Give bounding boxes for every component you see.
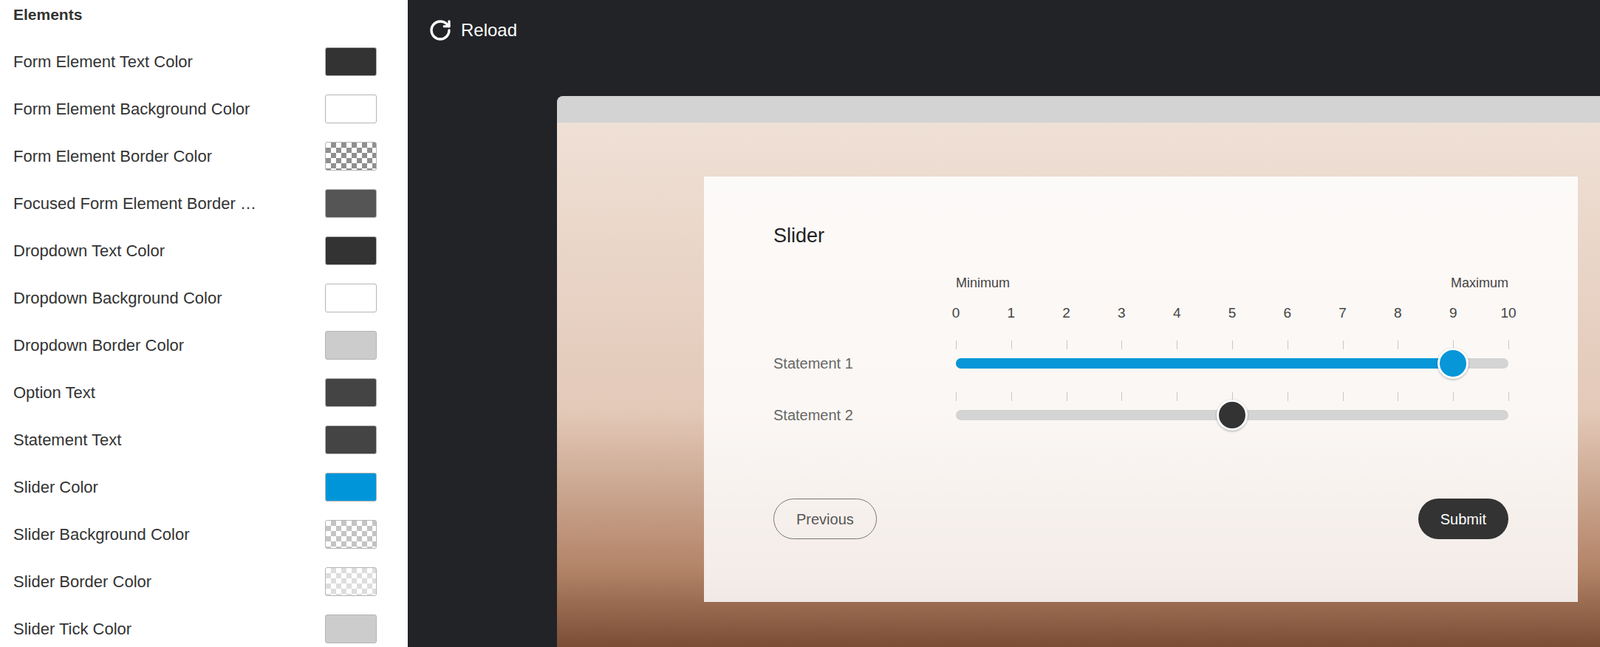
color-swatch[interactable] xyxy=(325,189,377,218)
slider-tick xyxy=(1508,392,1510,402)
slider-tick xyxy=(1121,392,1123,402)
scale-number: 7 xyxy=(1338,302,1347,324)
slider-tick xyxy=(1011,340,1013,350)
sidebar-item[interactable]: Form Element Border Color xyxy=(0,132,408,180)
scale-number: 9 xyxy=(1449,302,1458,324)
statement-row: Statement 2 xyxy=(773,389,1509,441)
slider-tick xyxy=(1066,392,1068,402)
sidebar-item[interactable]: Form Element Text Color xyxy=(0,37,408,85)
sidebar-item[interactable]: Slider Background Color xyxy=(0,510,408,558)
color-swatch[interactable] xyxy=(325,94,377,124)
sidebar-item[interactable]: Dropdown Border Color xyxy=(0,321,408,369)
sidebar-item[interactable]: Slider Border Color xyxy=(0,557,408,605)
slider-tick xyxy=(1232,340,1233,350)
scale-number: 6 xyxy=(1283,302,1292,324)
scale-numbers: 012345678910 xyxy=(955,302,1509,324)
survey-card: Slider MinimumMaximum 0 1 2 3 4 5 6 7 8 9 10 Statemen… xyxy=(703,176,1578,603)
color-swatch[interactable] xyxy=(325,47,377,77)
app: ElementsForm Element Text ColorForm Elem… xyxy=(0,0,1600,647)
scale-number: 5 xyxy=(1228,302,1237,324)
slider-tick xyxy=(1287,392,1289,402)
sidebar-title: Elements xyxy=(0,0,408,38)
color-swatch[interactable] xyxy=(325,614,377,644)
sidebar-item[interactable]: Statement Text xyxy=(0,415,408,464)
slider-tick xyxy=(1342,392,1344,402)
color-swatch[interactable] xyxy=(325,378,377,408)
reload-icon xyxy=(428,18,453,43)
sidebar-item[interactable]: Slider Tick Color xyxy=(0,604,408,647)
reload-button[interactable]: Reload xyxy=(407,0,1600,48)
slider-tick xyxy=(1397,340,1399,350)
preview-area: Reload Slider MinimumMaximum 0 1 2 3 4 5 6 7 8 9 10 St… xyxy=(407,0,1600,647)
scale-number: 4 xyxy=(1173,302,1182,324)
color-swatch[interactable] xyxy=(325,520,377,549)
slider-tick xyxy=(1287,340,1289,350)
statement-row: Statement 1 xyxy=(773,337,1509,390)
slider-thumb[interactable] xyxy=(1216,399,1248,431)
browser-frame: Slider MinimumMaximum 0 1 2 3 4 5 6 7 8 9 10 Statemen… xyxy=(556,96,1600,647)
statement-label: Statement 2 xyxy=(773,404,956,427)
slider-tick xyxy=(1397,392,1399,402)
browser-bar xyxy=(556,96,1600,123)
color-swatch[interactable] xyxy=(325,567,377,597)
sidebar-item[interactable]: Dropdown Text Color xyxy=(0,226,408,275)
submit-button[interactable]: Submit xyxy=(1418,498,1509,540)
slider-tick xyxy=(1453,392,1454,402)
slider-tick xyxy=(1176,392,1178,402)
slider-tick xyxy=(1066,340,1068,350)
slider-track[interactable] xyxy=(955,358,1509,369)
statement-label: Statement 1 xyxy=(773,352,956,375)
sidebar-item[interactable]: Dropdown Background Color xyxy=(0,274,408,322)
scale-number: 10 xyxy=(1500,302,1516,324)
sidebar-item[interactable]: Focused Form Element Border … xyxy=(0,179,408,227)
slider-thumb[interactable] xyxy=(1437,347,1469,379)
slider-tick xyxy=(955,392,957,402)
color-swatch[interactable] xyxy=(325,236,377,266)
slider-tick xyxy=(1508,340,1510,350)
sidebar-item[interactable]: Slider Color xyxy=(0,463,408,511)
color-swatch[interactable] xyxy=(325,330,377,360)
slider-tick xyxy=(1176,340,1178,350)
background-photo: Slider MinimumMaximum 0 1 2 3 4 5 6 7 8 9 10 Statemen… xyxy=(556,122,1600,647)
slider-tick xyxy=(1342,340,1344,350)
slider-fill xyxy=(955,358,1454,369)
scale-number: 8 xyxy=(1393,302,1403,324)
sidebar: ElementsForm Element Text ColorForm Elem… xyxy=(0,0,408,647)
sidebar-item[interactable]: Option Text xyxy=(0,368,408,416)
color-swatch[interactable] xyxy=(325,425,377,455)
scale-number: 2 xyxy=(1062,302,1071,324)
scale-number: 3 xyxy=(1117,302,1126,324)
color-swatch[interactable] xyxy=(325,472,377,502)
color-swatch[interactable] xyxy=(325,283,377,313)
scale-number: 1 xyxy=(1007,302,1016,324)
previous-button[interactable]: Previous xyxy=(773,498,877,540)
slider-tick xyxy=(1121,340,1123,350)
sidebar-item[interactable]: Form Element Background Color xyxy=(0,84,408,133)
scale-number: 0 xyxy=(952,302,961,324)
color-swatch[interactable] xyxy=(325,141,377,171)
slider-tick xyxy=(955,340,957,350)
scale-labels: MinimumMaximum xyxy=(955,274,1509,292)
slider-tick xyxy=(1011,392,1013,402)
question-title: Slider xyxy=(773,223,1509,248)
